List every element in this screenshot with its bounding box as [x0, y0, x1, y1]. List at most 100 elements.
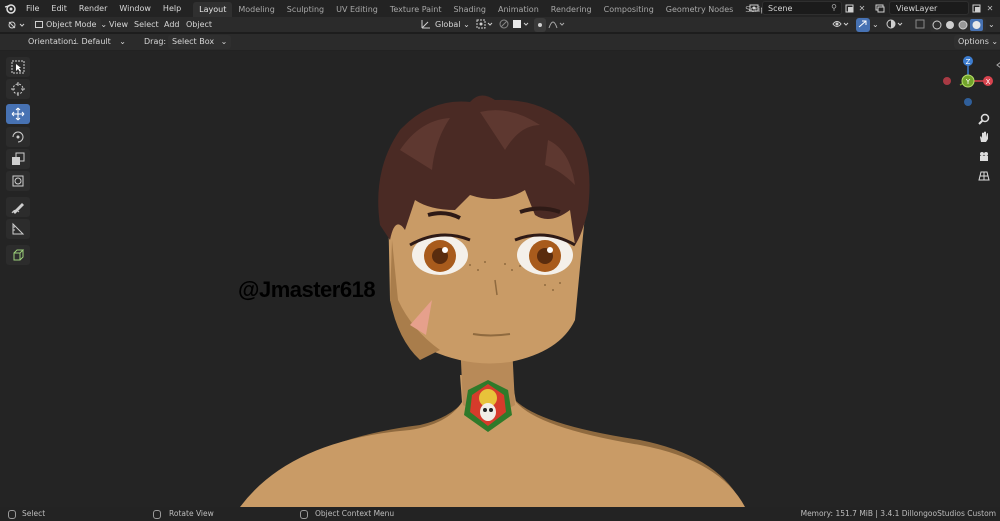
orientation-axes-icon[interactable]	[420, 18, 432, 32]
select-box-tool[interactable]	[6, 57, 30, 77]
gizmo-toggle-icon[interactable]	[856, 18, 870, 32]
transform-icon	[12, 175, 24, 187]
viewport-header: Object Mode ⌄ View Select Add Object Glob…	[0, 17, 1000, 33]
chevron-down-icon: ⌄	[100, 20, 108, 29]
perspective-grid-icon[interactable]	[976, 168, 992, 184]
measure-icon	[12, 222, 25, 235]
orientation-dropdown[interactable]: ⊥ Default ⌄	[72, 35, 126, 49]
options-dropdown[interactable]: Options ⌄	[954, 35, 1000, 49]
drag-dropdown[interactable]: Select Box ⌄	[168, 35, 232, 49]
annotate-tool[interactable]	[6, 197, 30, 217]
menu-file[interactable]: File	[20, 0, 45, 17]
mode-label: Object Mode	[46, 20, 97, 29]
status-context-menu: Object Context Menu	[315, 509, 395, 518]
mouse-right-icon	[300, 510, 308, 519]
tab-shading[interactable]: Shading	[447, 2, 492, 17]
rotate-tool[interactable]	[6, 127, 30, 147]
view-layer-icon[interactable]	[874, 2, 886, 14]
watermark-text: @Jmaster618	[238, 277, 376, 302]
shading-dropdown-icon[interactable]: ⌄	[988, 18, 995, 32]
close-view-layer-icon[interactable]: ✕	[984, 2, 996, 14]
orientation-label: Orientation:	[28, 37, 76, 46]
gizmo-x-label: X	[986, 78, 991, 86]
tab-texture-paint[interactable]: Texture Paint	[384, 2, 448, 17]
xray-icon[interactable]	[914, 18, 926, 32]
new-scene-icon[interactable]	[843, 2, 855, 14]
tab-geometry-nodes[interactable]: Geometry Nodes	[660, 2, 739, 17]
pin-icon[interactable]: ⚲	[831, 3, 837, 12]
top-menu-bar: File Edit Render Window Help Layout Mode…	[0, 0, 1000, 17]
cursor-tool[interactable]	[6, 79, 30, 99]
new-view-layer-icon[interactable]	[970, 2, 982, 14]
transform-orientation-label: Global	[435, 20, 461, 29]
tab-modeling[interactable]: Modeling	[232, 2, 280, 17]
wireframe-shading-icon	[932, 20, 942, 30]
tab-compositing[interactable]: Compositing	[598, 2, 660, 17]
orientation-axes-icon: ⊥	[72, 37, 79, 46]
scene-icon[interactable]	[748, 2, 760, 14]
snap-target-icon[interactable]	[512, 18, 532, 32]
chevron-down-icon: ⌄	[463, 20, 470, 29]
header-menu-add[interactable]: Add	[164, 18, 180, 32]
gizmo-z-label: Z	[966, 58, 971, 66]
view-layer-selector[interactable]: ViewLayer	[889, 1, 969, 15]
falloff-icon[interactable]	[548, 18, 568, 32]
gizmo-neg-z-axis	[964, 98, 972, 106]
tab-animation[interactable]: Animation	[492, 2, 545, 17]
view-layer-name[interactable]: ViewLayer	[890, 4, 937, 13]
zoom-icon[interactable]	[976, 111, 992, 127]
workspace-tabs: Layout Modeling Sculpting UV Editing Tex…	[193, 0, 801, 17]
orientation-value: Default	[81, 37, 111, 46]
scale-tool[interactable]	[6, 149, 30, 169]
status-stats: Memory: 151.7 MiB | 3.4.1 DillongooStudi…	[800, 509, 996, 518]
options-label: Options	[958, 37, 989, 46]
visibility-icon[interactable]	[832, 18, 852, 32]
3d-viewport[interactable]: @Jmaster618 Z X Y	[0, 51, 1000, 507]
tab-sculpting[interactable]: Sculpting	[281, 2, 330, 17]
camera-view-icon[interactable]	[976, 149, 992, 165]
shading-mode-group	[930, 18, 986, 32]
header-menu-view[interactable]: View	[109, 18, 128, 32]
pivot-point-icon[interactable]	[476, 18, 496, 32]
header-menu-object[interactable]: Object	[186, 18, 212, 32]
scene-name[interactable]: Scene	[763, 4, 792, 13]
drag-label: Drag:	[144, 37, 167, 46]
add-cube-tool[interactable]	[6, 245, 30, 265]
header-menu-select[interactable]: Select	[134, 18, 159, 32]
select-box-icon	[11, 60, 25, 74]
annotate-icon	[11, 203, 24, 214]
tab-layout[interactable]: Layout	[193, 2, 233, 17]
move-tool[interactable]	[6, 104, 30, 124]
solid-shading-icon	[946, 21, 954, 29]
proportional-edit-icon[interactable]	[534, 18, 546, 32]
collapse-sidebar-icon[interactable]	[991, 57, 1000, 73]
navigation-gizmo[interactable]: Z X Y	[938, 55, 998, 115]
character-render	[240, 95, 745, 507]
status-select: Select	[22, 509, 46, 518]
overlays-icon[interactable]	[886, 18, 906, 32]
mouse-left-icon	[8, 510, 16, 519]
tab-uv-editing[interactable]: UV Editing	[330, 2, 384, 17]
tab-rendering[interactable]: Rendering	[545, 2, 598, 17]
blender-logo-icon[interactable]	[0, 0, 20, 17]
pan-hand-icon[interactable]	[976, 129, 992, 145]
transform-tool[interactable]	[6, 171, 30, 191]
gizmo-y-label: Y	[965, 78, 971, 86]
drag-value: Select Box	[172, 37, 215, 46]
rendered-shading-icon	[972, 21, 981, 29]
chevron-down-icon: ⌄	[991, 37, 999, 46]
close-scene-icon[interactable]: ✕	[856, 2, 868, 14]
transform-orientation-dropdown[interactable]: Global ⌄	[435, 18, 470, 32]
menu-help[interactable]: Help	[157, 0, 187, 17]
menu-window[interactable]: Window	[113, 0, 157, 17]
snap-icon[interactable]	[498, 18, 510, 32]
material-shading-icon	[958, 20, 968, 30]
editor-type-icon[interactable]	[6, 18, 28, 32]
menu-edit[interactable]: Edit	[45, 0, 73, 17]
rotate-icon	[12, 131, 24, 143]
scene-selector[interactable]: Scene ⚲	[762, 1, 842, 15]
mode-dropdown[interactable]: Object Mode ⌄	[31, 18, 107, 32]
menu-render[interactable]: Render	[73, 0, 113, 17]
gizmo-dropdown-icon[interactable]: ⌄	[872, 18, 879, 32]
measure-tool[interactable]	[6, 219, 30, 239]
